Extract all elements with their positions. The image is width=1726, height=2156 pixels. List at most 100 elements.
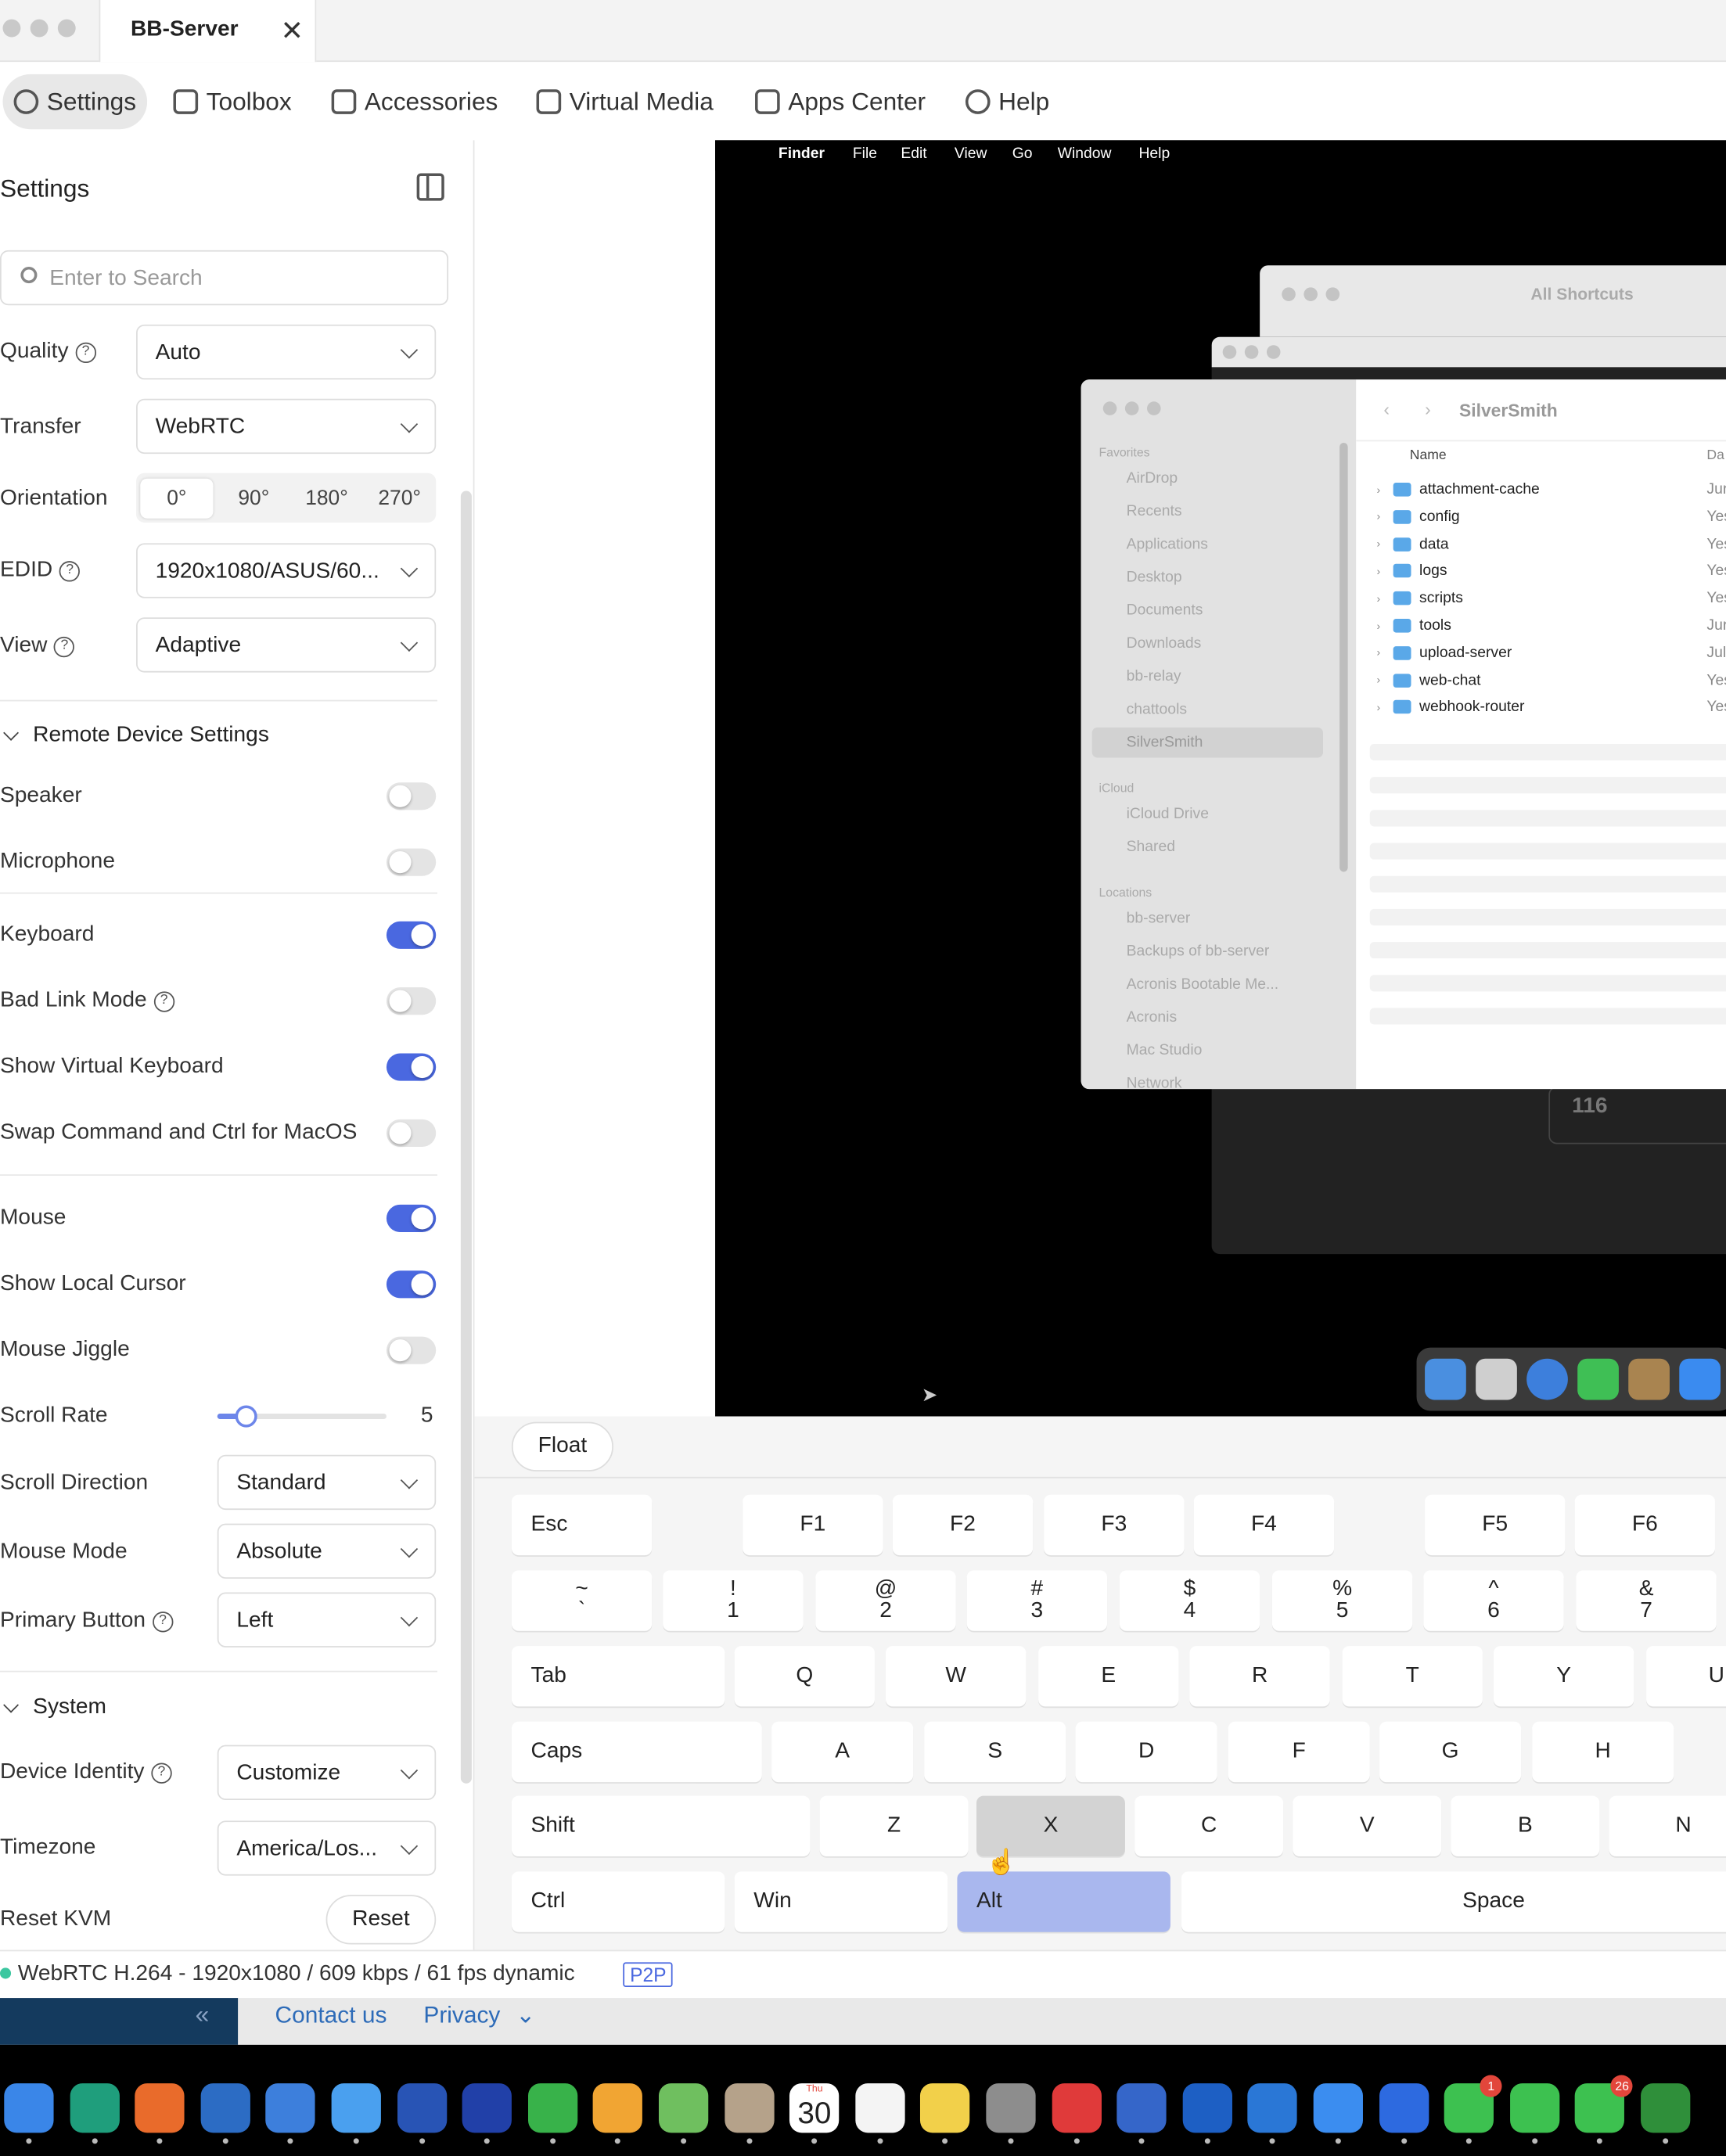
file-row[interactable]: › config: [1377, 508, 1460, 525]
key-num-3[interactable]: #3: [966, 1570, 1108, 1631]
key-c[interactable]: C: [1134, 1795, 1284, 1857]
sidebar-item-bb-server[interactable]: bb-server: [1127, 911, 1191, 927]
column-date[interactable]: Da: [1706, 448, 1724, 463]
disclosure-icon[interactable]: ›: [1377, 483, 1386, 496]
nav-toolbox[interactable]: Toolbox: [162, 74, 302, 129]
u-app-icon[interactable]: [462, 2083, 512, 2133]
key-num-0[interactable]: ~ `: [511, 1570, 653, 1631]
safari-icon[interactable]: [1526, 1358, 1568, 1400]
orientation-270[interactable]: 270°: [363, 478, 436, 518]
key-ctrl[interactable]: Ctrl: [511, 1871, 725, 1932]
key-z[interactable]: Z: [819, 1795, 969, 1857]
key-caps[interactable]: Caps: [511, 1721, 762, 1783]
menu-window[interactable]: Window: [1058, 146, 1112, 162]
tab-bb-server[interactable]: BB-Server ✕: [99, 0, 317, 63]
key-y[interactable]: Y: [1493, 1646, 1634, 1707]
key-b[interactable]: B: [1451, 1795, 1600, 1857]
sidebar-item-backups[interactable]: Backups of bb-server: [1127, 943, 1270, 960]
key-num-2[interactable]: @2: [815, 1570, 956, 1631]
sidebar-item-shared[interactable]: Shared: [1127, 839, 1175, 855]
remote-device-settings-header[interactable]: Remote Device Settings: [0, 724, 269, 749]
key-t[interactable]: T: [1342, 1646, 1483, 1707]
disclosure-icon[interactable]: ›: [1377, 537, 1386, 550]
edge-icon[interactable]: [69, 2083, 120, 2133]
quality-select[interactable]: Auto: [136, 324, 437, 380]
menu-go[interactable]: Go: [1012, 146, 1033, 162]
menu-edit[interactable]: Edit: [901, 146, 926, 162]
sidebar-item-acronis[interactable]: Acronis: [1127, 1009, 1177, 1026]
primary-button-select[interactable]: Left: [217, 1592, 437, 1648]
menu-finder[interactable]: Finder: [778, 146, 825, 162]
file-row[interactable]: › web-chat: [1377, 672, 1481, 688]
reset-button[interactable]: Reset: [325, 1895, 437, 1945]
calendar-icon[interactable]: Thu 30: [789, 2083, 840, 2133]
nav-help[interactable]: Help: [955, 74, 1060, 129]
cloud-icon[interactable]: [1313, 2083, 1363, 2133]
key-f4[interactable]: F4: [1193, 1494, 1335, 1556]
key-s[interactable]: S: [924, 1721, 1066, 1783]
mouse-mode-select[interactable]: Absolute: [217, 1523, 437, 1579]
key-f2[interactable]: F2: [892, 1494, 1034, 1556]
disclosure-icon[interactable]: ›: [1377, 592, 1386, 605]
key-num-7[interactable]: & 7: [1576, 1570, 1717, 1631]
key-num-4[interactable]: $4: [1119, 1570, 1260, 1631]
view-select[interactable]: Adaptive: [136, 617, 437, 673]
show-virtual-keyboard-toggle[interactable]: [386, 1053, 437, 1081]
key-num-1[interactable]: ! 1: [663, 1570, 804, 1631]
finder-icon[interactable]: [1425, 1358, 1466, 1400]
nav-accessories[interactable]: Accessories: [321, 74, 509, 129]
sidebar-toggle-icon[interactable]: [416, 173, 444, 201]
contacts-icon[interactable]: [724, 2083, 774, 2133]
key-w[interactable]: W: [886, 1646, 1027, 1707]
help-icon[interactable]: ?: [153, 990, 174, 1012]
keyboard-toggle[interactable]: [386, 921, 437, 949]
app-store-icon[interactable]: [1679, 1358, 1721, 1400]
maps-icon[interactable]: [658, 2083, 709, 2133]
back-icon[interactable]: ‹: [1383, 399, 1390, 419]
slider-knob[interactable]: [235, 1405, 257, 1428]
safari-icon[interactable]: [4, 2083, 54, 2133]
search-input[interactable]: Enter to Search: [0, 250, 449, 306]
show-local-cursor-toggle[interactable]: [386, 1270, 437, 1299]
sidebar-item-desktop[interactable]: Desktop: [1127, 570, 1182, 586]
key-shift[interactable]: Shift: [511, 1795, 811, 1857]
file-row[interactable]: › attachment-cache: [1377, 481, 1540, 498]
forward-icon[interactable]: ›: [1425, 399, 1431, 419]
sidebar-item-recents[interactable]: Recents: [1127, 503, 1182, 519]
disclosure-icon[interactable]: ›: [1377, 701, 1386, 713]
key-tab[interactable]: Tab: [511, 1646, 725, 1707]
sidebar-item-network[interactable]: Network: [1127, 1076, 1182, 1090]
contact-us-link[interactable]: Contact us: [275, 2002, 387, 2029]
find-my-icon[interactable]: [527, 2083, 577, 2133]
sidebar-item-mac-studio[interactable]: Mac Studio: [1127, 1042, 1203, 1058]
mouse-toggle[interactable]: [386, 1204, 437, 1232]
nav-virtual-media[interactable]: Virtual Media: [525, 74, 724, 129]
mail-icon[interactable]: [331, 2083, 381, 2133]
help-icon[interactable]: ?: [152, 1611, 174, 1632]
transfer-select[interactable]: WebRTC: [136, 398, 437, 455]
outlook-2-icon[interactable]: [265, 2083, 316, 2133]
orientation-segmented[interactable]: 0° 90° 180° 270°: [136, 473, 437, 523]
help-icon[interactable]: ?: [151, 1762, 172, 1783]
sidebar-item-silversmith[interactable]: SilverSmith: [1127, 735, 1203, 751]
remote-screen[interactable]: Finder File Edit View Go Window Help All…: [715, 140, 1726, 1417]
key-f6[interactable]: F6: [1574, 1494, 1715, 1556]
key-space[interactable]: Space: [1181, 1871, 1726, 1932]
orientation-90[interactable]: 90°: [218, 478, 290, 518]
column-name[interactable]: Name: [1410, 448, 1447, 463]
bad-link-mode-toggle[interactable]: [386, 987, 437, 1015]
file-row[interactable]: › upload-server: [1377, 645, 1512, 661]
timezone-select[interactable]: America/Los...: [217, 1820, 437, 1876]
key-h[interactable]: H: [1532, 1721, 1674, 1783]
settings-icon[interactable]: [986, 2083, 1036, 2133]
key-n[interactable]: N: [1609, 1795, 1726, 1857]
windows-app-icon[interactable]: [1248, 2083, 1298, 2133]
mouse-jiggle-toggle[interactable]: [386, 1336, 437, 1364]
key-r[interactable]: R: [1189, 1646, 1330, 1707]
launchpad-icon[interactable]: [1476, 1358, 1517, 1400]
phone-icon[interactable]: [1509, 2083, 1559, 2133]
menu-file[interactable]: File: [853, 146, 877, 162]
float-button[interactable]: Float: [511, 1421, 613, 1471]
key-esc[interactable]: Esc: [511, 1494, 653, 1556]
messages-icon[interactable]: [1577, 1358, 1619, 1400]
